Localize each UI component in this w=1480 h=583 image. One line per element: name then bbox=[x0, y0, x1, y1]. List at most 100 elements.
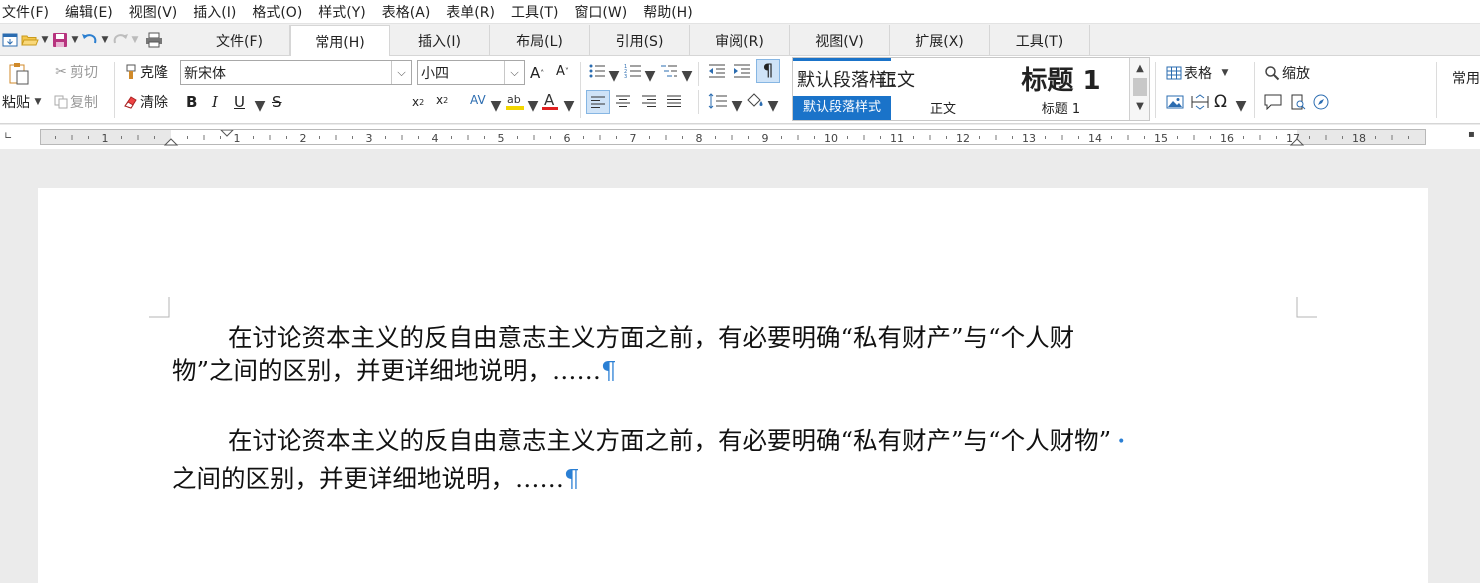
align-center-icon[interactable] bbox=[615, 94, 631, 108]
menu-edit[interactable]: 编辑(E) bbox=[63, 2, 121, 22]
menu-file[interactable]: 文件(F) bbox=[0, 2, 57, 22]
chevron-down-icon[interactable]: ▼ bbox=[130, 35, 140, 45]
menu-format[interactable]: 格式(O) bbox=[250, 2, 310, 22]
style-heading-1[interactable]: 标题 1 标题 1 bbox=[991, 58, 1131, 120]
menu-help[interactable]: 帮助(H) bbox=[641, 2, 700, 22]
character-spacing-icon[interactable]: AV bbox=[470, 93, 486, 107]
chevron-up-icon[interactable]: ▲ bbox=[1130, 58, 1150, 78]
chevron-down-icon[interactable]: ▼ bbox=[70, 35, 80, 45]
increase-indent-icon[interactable] bbox=[733, 63, 751, 79]
subscript-icon[interactable]: x2 bbox=[412, 95, 424, 109]
paragraph-shading-icon[interactable] bbox=[745, 92, 765, 110]
common-group-label[interactable]: 常用 bbox=[1452, 68, 1480, 88]
chevron-down-icon[interactable]: ▼ bbox=[768, 98, 779, 114]
chevron-down-icon[interactable]: ▼ bbox=[1236, 98, 1247, 114]
tab-references[interactable]: 引用(S) bbox=[590, 25, 690, 56]
zoom-button[interactable]: 缩放 bbox=[1262, 63, 1310, 83]
ruler-number: 11 bbox=[890, 132, 904, 145]
chevron-down-icon[interactable]: ▼ bbox=[609, 68, 620, 84]
tab-view[interactable]: 视图(V) bbox=[790, 25, 890, 56]
italic-icon[interactable]: I bbox=[212, 93, 218, 111]
menu-table[interactable]: 表格(A) bbox=[380, 2, 439, 22]
decrease-indent-icon[interactable] bbox=[708, 63, 726, 79]
open-folder-icon[interactable] bbox=[20, 30, 40, 50]
paragraph-2[interactable]: 在讨论资本主义的反自由意志主义方面之前，有必要明确“私有财产”与“个人财物” • … bbox=[172, 424, 1125, 495]
tab-insert[interactable]: 插入(I) bbox=[390, 25, 490, 56]
chevron-down-icon[interactable]: ▼ bbox=[1220, 68, 1230, 78]
first-line-indent-marker[interactable] bbox=[220, 130, 234, 137]
tab-tools[interactable]: 工具(T) bbox=[990, 25, 1090, 56]
menu-form[interactable]: 表单(R) bbox=[444, 2, 503, 22]
tab-stop-selector[interactable]: ∟ bbox=[4, 131, 12, 142]
clone-format-button[interactable]: 克隆 bbox=[122, 62, 168, 82]
chevron-down-icon[interactable]: ⌵ bbox=[504, 61, 524, 84]
paste-button[interactable]: 粘贴 ▼ bbox=[2, 62, 43, 112]
style-body-text[interactable]: 正文 正文 bbox=[879, 58, 995, 120]
chevron-down-icon[interactable]: ▼ bbox=[732, 98, 743, 114]
image-icon[interactable] bbox=[1166, 94, 1184, 110]
strikethrough-icon[interactable]: S bbox=[272, 93, 282, 111]
ruler-bar: ∟ 1 1 2 3 4 5 6 7 8 9 10 11 12 13 14 15 16 17 18 ▪ bbox=[0, 125, 1480, 149]
justify-icon[interactable] bbox=[666, 94, 682, 108]
chevron-down-icon[interactable]: ▼ bbox=[491, 98, 502, 114]
paragraph-1[interactable]: 在讨论资本主义的反自由意志主义方面之前，有必要明确“私有财产”与“个人财 物”之… bbox=[172, 321, 1074, 387]
horizontal-ruler[interactable]: 1 1 2 3 4 5 6 7 8 9 10 11 12 13 14 15 16 17 18 bbox=[40, 129, 1426, 146]
ruler-number: 7 bbox=[630, 132, 637, 145]
grow-font-icon[interactable]: A ˄ bbox=[530, 64, 544, 82]
menu-view[interactable]: 视图(V) bbox=[127, 2, 186, 22]
chevron-down-icon[interactable]: ▼ bbox=[645, 68, 656, 84]
line-spacing-icon[interactable] bbox=[708, 93, 728, 109]
font-name-combo[interactable]: 新宋体 ⌵ bbox=[180, 60, 412, 85]
chevron-down-icon[interactable]: ▼ bbox=[564, 98, 575, 114]
chevron-down-icon[interactable]: ▼ bbox=[33, 97, 43, 107]
numbered-list-icon[interactable]: 123 bbox=[624, 63, 642, 79]
bullet-list-icon[interactable] bbox=[588, 63, 606, 79]
scroll-thumb[interactable] bbox=[1133, 78, 1147, 96]
cut-button[interactable]: ✂ 剪切 bbox=[52, 62, 98, 82]
chevron-down-icon[interactable]: ▼ bbox=[528, 98, 539, 114]
underline-icon[interactable]: U bbox=[234, 93, 245, 111]
table-button[interactable]: 表格 ▼ bbox=[1164, 63, 1230, 83]
fields-icon[interactable] bbox=[1190, 94, 1210, 110]
redo-icon[interactable] bbox=[110, 30, 130, 50]
chevron-down-icon[interactable]: ▼ bbox=[40, 35, 50, 45]
shrink-font-icon[interactable]: A ˅ bbox=[556, 64, 569, 79]
clear-format-button[interactable]: 清除 bbox=[122, 92, 168, 112]
tab-review[interactable]: 审阅(R) bbox=[690, 25, 790, 56]
align-left-icon[interactable] bbox=[586, 90, 610, 114]
tab-file[interactable]: 文件(F) bbox=[190, 25, 290, 56]
superscript-icon[interactable]: x2 bbox=[436, 93, 448, 107]
indent-marker[interactable] bbox=[163, 138, 179, 146]
chevron-down-icon[interactable]: ▼ bbox=[255, 98, 266, 114]
ruler-number: 9 bbox=[762, 132, 769, 145]
menu-insert[interactable]: 插入(I) bbox=[191, 2, 244, 22]
chevron-down-icon[interactable]: ⌵ bbox=[391, 61, 411, 84]
find-document-icon[interactable] bbox=[1290, 94, 1306, 110]
chevron-down-icon[interactable]: ▼ bbox=[100, 35, 110, 45]
navigator-icon[interactable] bbox=[1313, 94, 1329, 110]
outline-list-icon[interactable] bbox=[660, 63, 678, 79]
comment-icon[interactable] bbox=[1264, 94, 1282, 110]
tab-home[interactable]: 常用(H) bbox=[290, 25, 390, 57]
gallery-scrollbar[interactable]: ▲ ▼ bbox=[1129, 58, 1149, 120]
menu-style[interactable]: 样式(Y) bbox=[316, 2, 373, 22]
menu-tools[interactable]: 工具(T) bbox=[509, 2, 566, 22]
tab-extensions[interactable]: 扩展(X) bbox=[890, 25, 990, 56]
new-document-icon[interactable] bbox=[0, 30, 20, 50]
save-icon[interactable] bbox=[50, 30, 70, 50]
font-size-combo[interactable]: 小四 ⌵ bbox=[417, 60, 525, 85]
formatting-marks-icon[interactable]: ¶ bbox=[756, 59, 780, 83]
undo-icon[interactable] bbox=[80, 30, 100, 50]
font-color-icon[interactable]: A bbox=[541, 91, 559, 111]
chevron-down-icon[interactable]: ▼ bbox=[1130, 96, 1150, 116]
chevron-down-icon[interactable]: ▼ bbox=[682, 68, 693, 84]
bold-icon[interactable]: B bbox=[186, 93, 197, 111]
special-character-icon[interactable]: Ω bbox=[1214, 92, 1227, 112]
menu-window[interactable]: 窗口(W) bbox=[572, 2, 635, 22]
print-icon[interactable] bbox=[144, 30, 164, 50]
align-right-icon[interactable] bbox=[641, 94, 657, 108]
ruler-number: 12 bbox=[956, 132, 970, 145]
tab-layout[interactable]: 布局(L) bbox=[490, 25, 590, 56]
copy-button[interactable]: 复制 bbox=[52, 92, 98, 112]
highlight-color-icon[interactable]: ab bbox=[505, 91, 525, 111]
